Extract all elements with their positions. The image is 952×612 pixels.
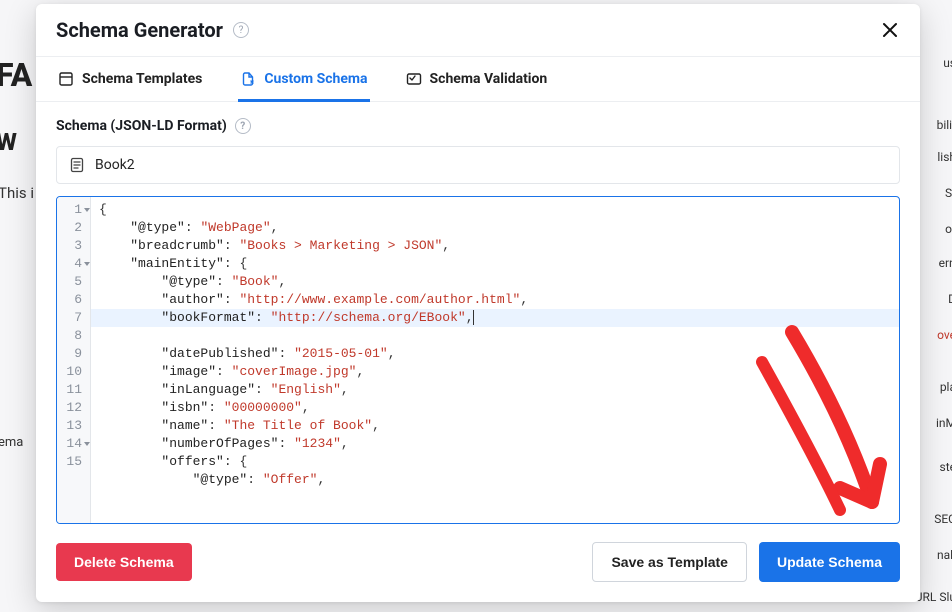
modal-body: Schema (JSON-LD Format) ? Book2 12345678… bbox=[36, 102, 920, 524]
code-line: "@type": "Offer", bbox=[99, 472, 325, 487]
line-number: 7 bbox=[57, 309, 90, 327]
bg-text: bilit bbox=[937, 118, 952, 132]
line-number: 2 bbox=[57, 219, 90, 237]
bg-text: or bbox=[945, 222, 952, 236]
help-icon[interactable]: ? bbox=[235, 118, 251, 134]
code-line: "datePublished": "2015-05-01", bbox=[99, 346, 396, 361]
tab-schema-validation[interactable]: Schema Validation bbox=[404, 57, 550, 102]
bg-left: FA W This i ema bbox=[0, 0, 40, 612]
editor-code[interactable]: { "@type": "WebPage", "breadcrumb": "Boo… bbox=[91, 197, 899, 523]
code-line: "author": "http://www.example.com/author… bbox=[99, 292, 528, 307]
code-line: "mainEntity": { bbox=[99, 256, 247, 271]
modal-footer: Delete Schema Save as Template Update Sc… bbox=[36, 524, 920, 602]
bg-text: St bbox=[945, 186, 952, 200]
bg-text: nali bbox=[937, 548, 952, 562]
update-schema-button[interactable]: Update Schema bbox=[759, 542, 900, 582]
line-number: 8 bbox=[57, 327, 90, 345]
line-number: 9 bbox=[57, 345, 90, 363]
code-line: "name": "The Title of Book", bbox=[99, 418, 380, 433]
code-line: { bbox=[99, 202, 107, 217]
custom-icon bbox=[240, 71, 256, 87]
code-editor[interactable]: 123456789101112131415 { "@type": "WebPag… bbox=[56, 196, 900, 524]
bg-text: inM bbox=[936, 416, 952, 430]
line-number: 1 bbox=[57, 201, 90, 219]
code-line: "isbn": "00000000", bbox=[99, 400, 310, 415]
bg-text: erri bbox=[939, 256, 952, 270]
line-number: 4 bbox=[57, 255, 90, 273]
schema-generator-modal: Schema Generator ? Schema Templates Custo… bbox=[36, 4, 920, 602]
bg-text: ste bbox=[940, 460, 952, 474]
help-icon[interactable]: ? bbox=[233, 22, 249, 38]
code-line: "image": "coverImage.jpg", bbox=[99, 364, 364, 379]
bg-text: us bbox=[943, 56, 952, 70]
line-number: 5 bbox=[57, 273, 90, 291]
bg-text: W bbox=[0, 128, 17, 156]
schema-name-field[interactable]: Book2 bbox=[56, 146, 900, 184]
code-line: "breadcrumb": "Books > Marketing > JSON"… bbox=[99, 238, 450, 253]
tabs: Schema Templates Custom Schema Schema Vali… bbox=[36, 57, 920, 102]
section-label: Schema (JSON-LD Format) ? bbox=[56, 118, 900, 134]
line-number: 14 bbox=[57, 435, 90, 453]
bg-text: This i bbox=[0, 184, 34, 202]
code-line: "@type": "Book", bbox=[99, 274, 286, 289]
modal-header: Schema Generator ? bbox=[36, 4, 920, 57]
tab-custom-schema[interactable]: Custom Schema bbox=[238, 57, 369, 102]
line-number: 11 bbox=[57, 381, 90, 399]
templates-icon bbox=[58, 71, 74, 87]
code-line: "bookFormat": "http://schema.org/EBook", bbox=[91, 309, 899, 327]
line-number: 12 bbox=[57, 399, 90, 417]
code-line: "inLanguage": "English", bbox=[99, 382, 349, 397]
save-as-template-button[interactable]: Save as Template bbox=[592, 542, 746, 582]
tab-label: Schema Templates bbox=[82, 71, 202, 87]
code-line: "numberOfPages": "1234", bbox=[99, 436, 349, 451]
line-number: 10 bbox=[57, 363, 90, 381]
code-line: "@type": "WebPage", bbox=[99, 220, 278, 235]
section-label-text: Schema (JSON-LD Format) bbox=[56, 118, 227, 134]
editor-gutter: 123456789101112131415 bbox=[57, 197, 91, 523]
bg-text: pla bbox=[940, 380, 952, 394]
line-number: 15 bbox=[57, 453, 90, 471]
bg-text: ove bbox=[937, 328, 952, 342]
bg-text: ema bbox=[0, 435, 23, 450]
document-icon bbox=[69, 157, 85, 173]
page-backdrop: FA W This i ema tusbilitlishStorerriDove… bbox=[0, 0, 952, 612]
bg-text: lish bbox=[937, 150, 952, 164]
bg-text: FA bbox=[0, 56, 32, 94]
line-number: 13 bbox=[57, 417, 90, 435]
tab-label: Schema Validation bbox=[430, 71, 548, 87]
tab-schema-templates[interactable]: Schema Templates bbox=[56, 57, 204, 102]
bg-text: SEC bbox=[934, 512, 952, 526]
bg-text: URL Slu bbox=[915, 590, 952, 604]
line-number: 6 bbox=[57, 291, 90, 309]
modal-title: Schema Generator bbox=[56, 18, 223, 42]
code-line: "offers": { bbox=[99, 454, 247, 469]
validate-icon bbox=[406, 71, 422, 87]
tab-label: Custom Schema bbox=[264, 71, 367, 87]
bg-text: D bbox=[948, 292, 952, 306]
delete-schema-button[interactable]: Delete Schema bbox=[56, 543, 192, 581]
schema-name-value: Book2 bbox=[95, 157, 135, 173]
line-number: 3 bbox=[57, 237, 90, 255]
close-icon[interactable] bbox=[880, 20, 900, 40]
